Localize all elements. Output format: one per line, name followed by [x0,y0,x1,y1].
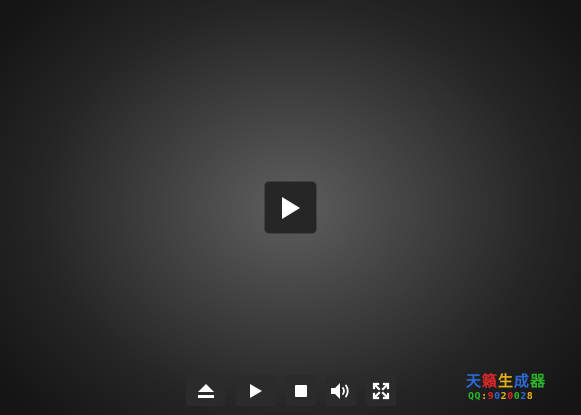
volume-button[interactable] [326,375,356,406]
stop-button[interactable] [286,375,316,406]
watermark-title: 天籟生成器 [466,372,547,390]
play-icon [281,196,300,219]
video-player[interactable]: 天籟生成器 QQ:9020028 [0,0,581,415]
stop-icon [295,384,307,397]
fullscreen-button[interactable] [366,375,396,406]
fullscreen-icon [372,382,390,399]
watermark-number: QQ:9020028 [468,391,534,402]
watermark-logo: 天籟生成器 QQ:9020028 [466,372,571,406]
play-icon [250,383,262,398]
play-button[interactable] [236,375,276,406]
eject-icon [197,383,214,398]
big-play-button[interactable] [265,182,316,233]
volume-icon [331,382,349,399]
eject-button[interactable] [186,375,225,406]
